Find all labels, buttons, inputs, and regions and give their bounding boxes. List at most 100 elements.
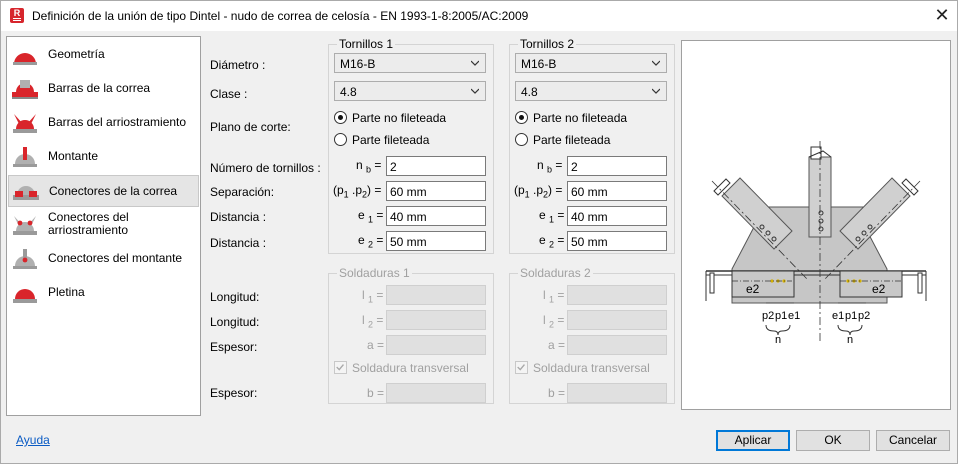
app-icon: R — [10, 8, 24, 23]
a-symbol: a = — [367, 338, 385, 352]
distance-1-label: Distancia : — [210, 210, 267, 224]
left-p1-label: p1 — [775, 310, 787, 322]
bolts-2-count-input[interactable]: 2 — [567, 156, 667, 176]
sidebar-item-conectores-arriostramiento[interactable]: Conectores del arriostramiento — [8, 209, 199, 241]
e1-symbol: e 1 = — [539, 208, 565, 225]
bolts-1-title: Tornillos 1 — [337, 37, 396, 51]
welds-1-l1-input[interactable] — [386, 285, 486, 305]
nb-symbol: n b = — [537, 158, 563, 175]
nb-symbol: n b = — [356, 158, 382, 175]
b-symbol: b = — [548, 386, 566, 400]
left-n-label: n — [775, 334, 781, 346]
bolts-2-diameter-select[interactable]: M16-B — [515, 53, 667, 73]
sidebar-item-conectores-correa[interactable]: Conectores de la correa — [8, 175, 199, 207]
welds-1-transversal-checkbox[interactable]: Soldadura transversal — [334, 360, 484, 376]
left-e1-label: e1 — [788, 310, 800, 322]
close-button[interactable]: ✕ — [933, 6, 951, 24]
bolts-1-count-input[interactable]: 2 — [386, 156, 486, 176]
shear-plane-label: Plano de corte: — [210, 120, 291, 134]
sidebar-item-geometria[interactable]: Geometría — [8, 39, 199, 71]
e2-symbol: e 2 = — [358, 233, 384, 250]
bolts-1-radio-threaded[interactable]: Parte fileteada — [334, 132, 484, 148]
welds-2-a-input[interactable] — [567, 335, 667, 355]
sidebar-item-barras-arriostramiento[interactable]: Barras del arriostramiento — [8, 107, 199, 139]
ok-button[interactable]: OK — [796, 430, 870, 451]
geometry-icon — [13, 53, 37, 65]
bolts-2-e1-input[interactable]: 40 mm — [567, 206, 667, 226]
sidebar-item-montante[interactable]: Montante — [8, 141, 199, 173]
purlin-connectors-icon — [13, 186, 39, 200]
title-bar: R Definición de la unión de tipo Dintel … — [1, 1, 957, 31]
thickness-2-label: Espesor: — [210, 386, 258, 400]
welds-2-transversal-checkbox[interactable]: Soldadura transversal — [515, 360, 665, 376]
thickness-1-label: Espesor: — [210, 340, 258, 354]
bolts-1-spacing-input[interactable]: 60 mm — [386, 181, 486, 201]
dialog-window: R Definición de la unión de tipo Dintel … — [0, 0, 958, 464]
right-p1-label: p1 — [845, 310, 857, 322]
length-2-label: Longitud: — [210, 315, 260, 329]
welds-2-title: Soldaduras 2 — [518, 266, 593, 280]
chevron-down-icon — [652, 88, 660, 94]
sidebar-item-label: Conectores del montante — [48, 251, 183, 265]
bolts-1-radio-unthreaded[interactable]: Parte no fileteada — [334, 110, 484, 126]
bolts-2-e2-input[interactable]: 50 mm — [567, 231, 667, 251]
sidebar-item-barras-correa[interactable]: Barras de la correa — [8, 73, 199, 105]
chevron-down-icon — [471, 60, 479, 66]
welds-1-a-input[interactable] — [386, 335, 486, 355]
window-title: Definición de la unión de tipo Dintel - … — [32, 9, 529, 23]
class-label: Clase : — [210, 87, 248, 101]
bolts-2-radio-unthreaded[interactable]: Parte no fileteada — [515, 110, 665, 126]
bolts-1-e1-input[interactable]: 40 mm — [386, 206, 486, 226]
sidebar-item-label: Montante — [48, 149, 99, 163]
connection-drawing: e2 e2 p2 p1 e1 e1 p1 p2 n n — [705, 141, 927, 346]
help-link[interactable]: Ayuda — [16, 433, 50, 447]
sidebar-item-label: Pletina — [48, 285, 85, 299]
left-p2-label: p2 — [762, 310, 774, 322]
right-p2-label: p2 — [858, 310, 870, 322]
bracing-connectors-icon — [13, 216, 37, 235]
welds-2-l2-input[interactable] — [567, 310, 667, 330]
sidebar-item-pletina[interactable]: Pletina — [8, 277, 199, 309]
p-symbol: (p1 .p2) = — [333, 183, 382, 200]
b-symbol: b = — [367, 386, 385, 400]
bracing-bars-icon — [13, 114, 37, 133]
l1-symbol: l 1 = — [362, 288, 384, 305]
welds-2-b-input[interactable] — [567, 383, 667, 403]
right-e1-label: e1 — [832, 310, 844, 322]
right-e2-label: e2 — [872, 282, 886, 296]
plate-icon — [13, 289, 37, 303]
purlin-bars-icon — [12, 80, 38, 99]
bolts-1-e2-input[interactable]: 50 mm — [386, 231, 486, 251]
l2-symbol: l 2 = — [362, 313, 384, 330]
bolts-1-diameter-select[interactable]: M16-B — [334, 53, 486, 73]
welds-1-b-input[interactable] — [386, 383, 486, 403]
welds-2-l1-input[interactable] — [567, 285, 667, 305]
spacing-label: Separación: — [210, 185, 275, 199]
post-icon — [13, 147, 37, 167]
cancel-button[interactable]: Cancelar — [876, 430, 950, 451]
bolts-1-class-select[interactable]: 4.8 — [334, 81, 486, 101]
right-n-label: n — [847, 334, 853, 346]
bolts-2-spacing-input[interactable]: 60 mm — [567, 181, 667, 201]
bolt-count-label: Número de tornillos : — [210, 161, 321, 175]
welds-1-l2-input[interactable] — [386, 310, 486, 330]
distance-2-label: Distancia : — [210, 236, 267, 250]
sidebar-item-label: Barras de la correa — [48, 81, 151, 95]
post-connectors-icon — [13, 249, 37, 269]
diameter-label: Diámetro : — [210, 58, 266, 72]
sidebar-item-label: Conectores del arriostramiento — [48, 210, 129, 237]
a-symbol: a = — [548, 338, 566, 352]
chevron-down-icon — [652, 60, 660, 66]
l2-symbol: l 2 = — [543, 313, 565, 330]
bolts-2-class-select[interactable]: 4.8 — [515, 81, 667, 101]
bolts-2-radio-threaded[interactable]: Parte fileteada — [515, 132, 665, 148]
length-1-label: Longitud: — [210, 290, 260, 304]
welds-1-title: Soldaduras 1 — [337, 266, 412, 280]
sidebar-item-conectores-montante[interactable]: Conectores del montante — [8, 243, 199, 275]
sidebar: Geometría Barras de la correa Barras del… — [6, 36, 201, 416]
sidebar-item-label: Conectores de la correa — [49, 184, 178, 198]
bolts-2-title: Tornillos 2 — [518, 37, 577, 51]
e2-symbol: e 2 = — [539, 233, 565, 250]
apply-button[interactable]: Aplicar — [716, 430, 790, 451]
e1-symbol: e 1 = — [358, 208, 384, 225]
